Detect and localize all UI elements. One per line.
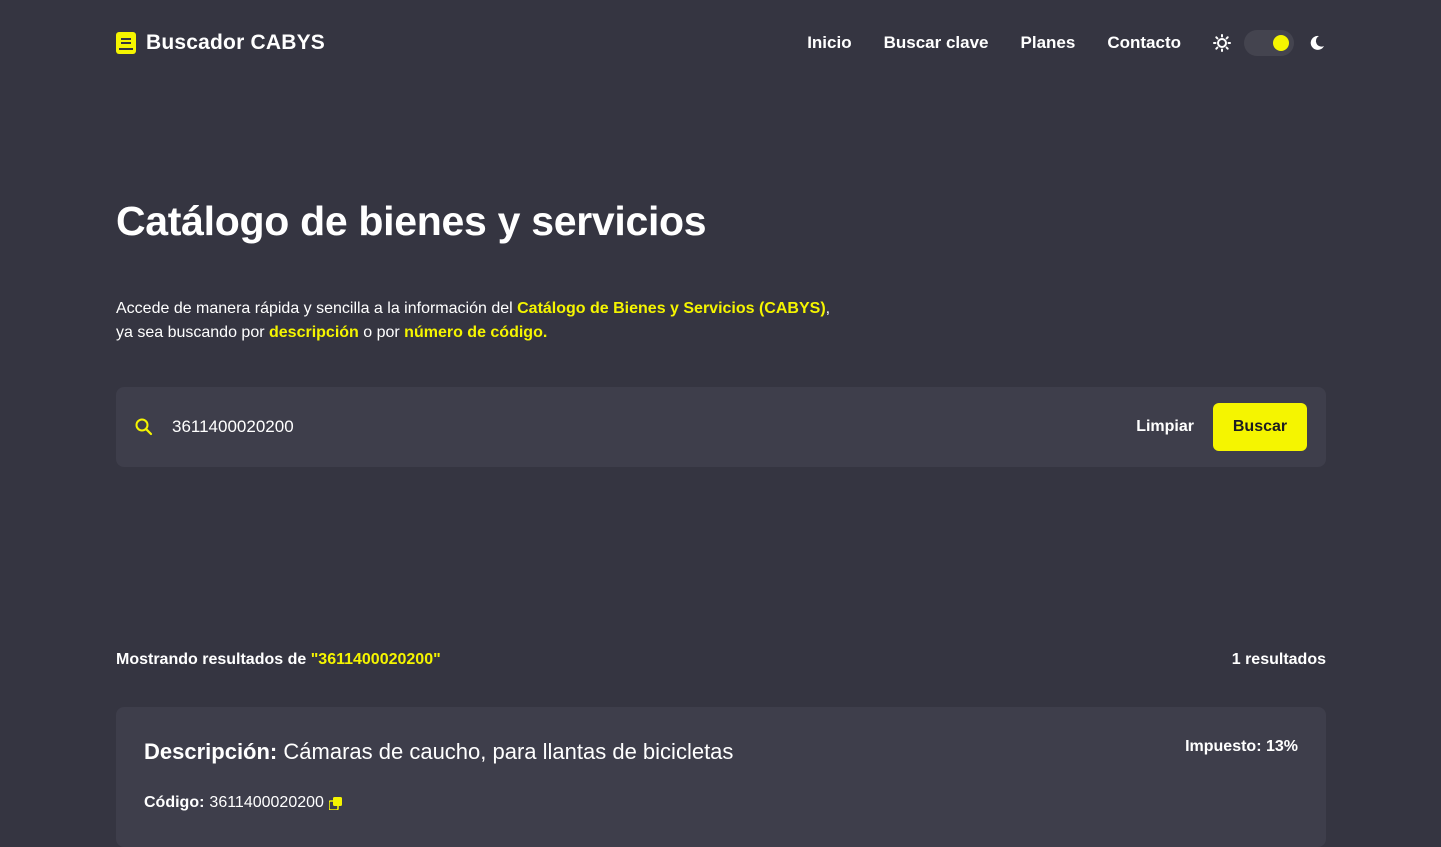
description-label: Descripción:	[144, 739, 278, 764]
code-value: 3611400020200	[209, 794, 324, 811]
results-query-text: Mostrando resultados de "3611400020200"	[116, 651, 441, 669]
results-query: "3611400020200"	[310, 651, 441, 668]
book-icon	[116, 32, 136, 54]
toggle-knob	[1273, 35, 1289, 51]
search-bar: Limpiar Buscar	[116, 387, 1326, 467]
site-header: Buscador CABYS Inicio Buscar clave Plane…	[116, 0, 1326, 86]
nav-link-buscar-clave[interactable]: Buscar clave	[884, 33, 989, 53]
code-label: Código:	[144, 794, 205, 811]
nav-link-planes[interactable]: Planes	[1021, 33, 1076, 53]
result-description: Descripción: Cámaras de caucho, para lla…	[144, 739, 733, 765]
results-summary: Mostrando resultados de "3611400020200" …	[116, 651, 1326, 669]
brand-name: Buscador CABYS	[146, 31, 326, 54]
nav-link-contacto[interactable]: Contacto	[1107, 33, 1181, 53]
theme-toggle[interactable]	[1244, 30, 1294, 56]
hero-text-1: Accede de manera rápida y sencilla a la …	[116, 300, 518, 317]
hero-text-3: ya sea buscando por	[116, 324, 269, 341]
hero-text-4: o por	[358, 324, 405, 341]
search-input[interactable]	[172, 387, 1137, 467]
hero-highlight-cabys: Catálogo de Bienes y Servicios (CABYS)	[517, 300, 826, 317]
copy-icon[interactable]	[328, 796, 342, 810]
hero-highlight-descripcion: descripción	[269, 324, 359, 341]
results-count: 1 resultados	[1231, 651, 1326, 668]
hero-description: Accede de manera rápida y sencilla a la …	[116, 297, 1326, 345]
sun-icon[interactable]	[1213, 34, 1231, 52]
page-title: Catálogo de bienes y servicios	[116, 198, 707, 244]
hero-highlight-codigo: número de código.	[404, 324, 548, 341]
tax-rate: Impuesto: 13%	[1185, 738, 1298, 755]
main-nav: Inicio Buscar clave Planes Contacto	[807, 30, 1326, 56]
nav-link-inicio[interactable]: Inicio	[807, 33, 851, 53]
description-value: Cámaras de caucho, para llantas de bicic…	[283, 739, 734, 764]
brand[interactable]: Buscador CABYS	[116, 31, 325, 55]
results-prefix: Mostrando resultados de	[116, 651, 311, 668]
moon-icon[interactable]	[1308, 34, 1326, 52]
hero-text-2: ,	[825, 300, 831, 317]
search-icon	[135, 418, 153, 436]
clear-button[interactable]: Limpiar	[1136, 418, 1194, 436]
theme-switcher	[1213, 30, 1326, 56]
search-button[interactable]: Buscar	[1213, 403, 1307, 451]
result-code: Código: 3611400020200	[144, 794, 342, 812]
result-card: Descripción: Cámaras de caucho, para lla…	[116, 707, 1326, 847]
